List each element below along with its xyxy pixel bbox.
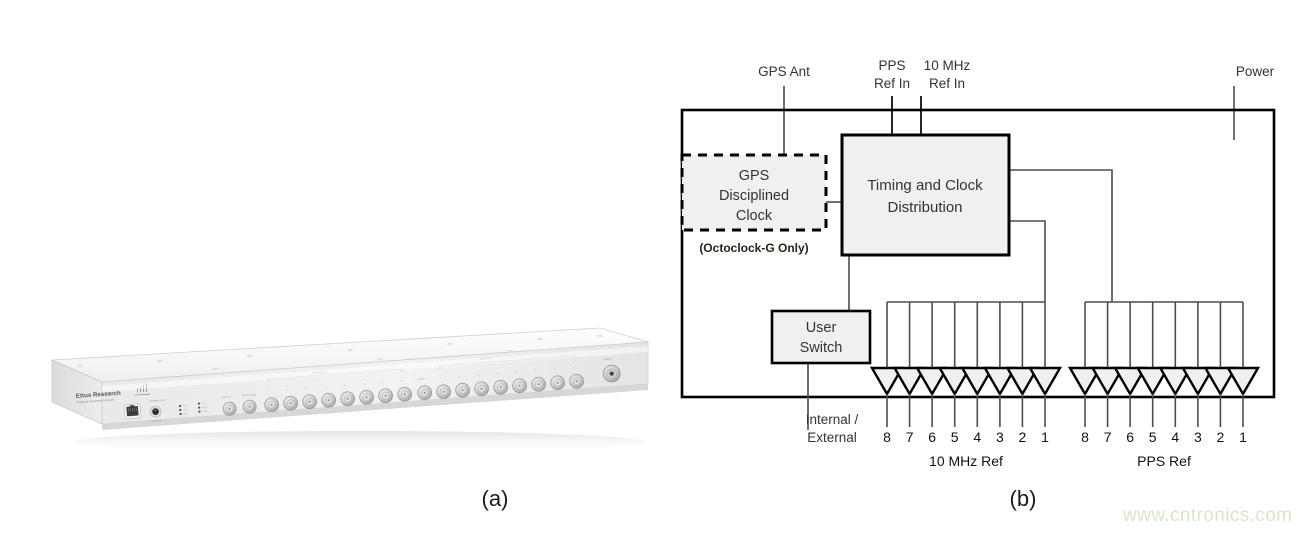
diagram-svg: GPS Ant PPS Ref In 10 MHz Ref In Power G… bbox=[680, 58, 1276, 469]
block-gps-disciplined-clock-note: (Octoclock-G Only) bbox=[699, 241, 808, 255]
bank-10mhz-ref-ch-4: 4 bbox=[973, 429, 981, 445]
bank-pps-ref-output-stubs bbox=[1084, 394, 1244, 427]
top-port-10mhz-ref-in-label-2: Ref In bbox=[929, 76, 965, 91]
block-timing-clock-distribution-frame bbox=[840, 133, 1011, 257]
svg-text:LOCK: LOCK bbox=[183, 409, 189, 411]
ethernet-jack[interactable] bbox=[123, 403, 142, 420]
bank-10mhz-ref-title: 10 MHz Ref bbox=[929, 453, 1003, 469]
bank-pps-ref-ch-8: 8 bbox=[1081, 429, 1089, 445]
block-gps-disciplined-clock-line-2: Disciplined bbox=[719, 188, 789, 204]
bank-10mhz-ref-ch-7: 7 bbox=[906, 429, 914, 445]
svg-text:PWR: PWR bbox=[183, 405, 188, 407]
top-port-power-label: Power bbox=[1236, 64, 1275, 79]
bank-10mhz-ref-ch-6: 6 bbox=[928, 429, 936, 445]
bank-pps-ref-title: PPS Ref bbox=[1137, 453, 1191, 469]
top-port-pps-ref-in-label-1: PPS bbox=[878, 58, 905, 73]
top-port-10mhz-ref-in: 10 MHz Ref In bbox=[920, 58, 971, 135]
bank-pps-ref-ch-5: 5 bbox=[1149, 429, 1157, 445]
photo-shadow bbox=[75, 431, 645, 453]
bottom-port-internal-external-line-2: External bbox=[807, 430, 857, 445]
bank-pps-ref-droplines bbox=[1084, 302, 1244, 368]
block-gps-disciplined-clock[interactable]: GPS Disciplined Clock bbox=[680, 153, 828, 232]
wire-timing-to-10mhz-bus bbox=[1009, 220, 1046, 302]
bank-10mhz-ref-droplines bbox=[886, 302, 1046, 368]
block-user-switch-line-2: Switch bbox=[800, 340, 843, 356]
top-port-gps-ant-label: GPS Ant bbox=[758, 64, 810, 79]
bottom-port-internal-external-line-1: Internal / bbox=[806, 412, 859, 427]
bank-pps-ref-amplifiers bbox=[1067, 366, 1261, 397]
bank-pps-ref-channel-numbers: 8 7 6 5 4 3 2 1 bbox=[1081, 429, 1247, 445]
bank-10mhz-ref-channel-numbers: 8 7 6 5 4 3 2 1 bbox=[883, 429, 1049, 445]
bank-10mhz-ref-ch-5: 5 bbox=[951, 429, 959, 445]
octoclock-block-diagram: GPS Ant PPS Ref In 10 MHz Ref In Power G… bbox=[660, 30, 1300, 480]
bank-pps-ref-ch-3: 3 bbox=[1194, 429, 1202, 445]
block-user-switch-line-1: User bbox=[806, 320, 837, 336]
figure-caption-a: (a) bbox=[481, 486, 509, 511]
octoclock-product-photo: Ettus Research A National Instruments Co… bbox=[40, 320, 660, 470]
bank-10mhz-ref: 8 7 6 5 4 3 2 1 10 MHz Ref bbox=[869, 301, 1063, 469]
svg-text:ALERT: ALERT bbox=[202, 410, 209, 413]
bank-pps-ref-ch-1: 1 bbox=[1239, 429, 1247, 445]
block-timing-clock-distribution-line-1: Timing and Clock bbox=[867, 177, 983, 194]
bank-10mhz-ref-ch-1: 1 bbox=[1041, 429, 1049, 445]
photo-svg: Ettus Research A National Instruments Co… bbox=[51, 327, 649, 453]
block-user-switch[interactable]: User Switch bbox=[770, 309, 872, 365]
wire-timing-to-pps-bus bbox=[1009, 169, 1113, 302]
bank-pps-ref: 8 7 6 5 4 3 2 1 PPS Ref bbox=[1067, 301, 1261, 469]
figure-canvas: Ettus Research A National Instruments Co… bbox=[0, 0, 1311, 534]
bank-10mhz-ref-ch-3: 3 bbox=[996, 429, 1004, 445]
top-port-power: Power bbox=[1233, 64, 1275, 140]
top-port-pps-ref-in: PPS Ref In bbox=[874, 58, 910, 135]
block-gps-disciplined-clock-line-1: GPS bbox=[739, 168, 770, 184]
figure-caption-b: (b) bbox=[1009, 486, 1037, 511]
block-gps-disciplined-clock-line-3: Clock bbox=[736, 208, 773, 224]
bank-10mhz-ref-output-stubs bbox=[886, 394, 1046, 427]
block-timing-clock-distribution[interactable]: Timing and Clock Distribution bbox=[840, 133, 1011, 257]
bottom-port-internal-external: Internal / External bbox=[806, 412, 859, 445]
site-watermark: www.cntronics.com bbox=[1123, 505, 1293, 526]
top-port-pps-ref-in-label-2: Ref In bbox=[874, 76, 910, 91]
bank-pps-ref-ch-7: 7 bbox=[1104, 429, 1112, 445]
bank-10mhz-ref-ch-2: 2 bbox=[1019, 429, 1027, 445]
bank-pps-ref-ch-2: 2 bbox=[1217, 429, 1225, 445]
bank-pps-ref-ch-4: 4 bbox=[1171, 429, 1179, 445]
bank-10mhz-ref-ch-8: 8 bbox=[883, 429, 891, 445]
block-timing-clock-distribution-line-2: Distribution bbox=[887, 199, 962, 216]
top-port-10mhz-ref-in-label-1: 10 MHz bbox=[924, 58, 971, 73]
bank-pps-ref-ch-6: 6 bbox=[1126, 429, 1134, 445]
bank-10mhz-ref-amplifiers bbox=[869, 366, 1063, 397]
